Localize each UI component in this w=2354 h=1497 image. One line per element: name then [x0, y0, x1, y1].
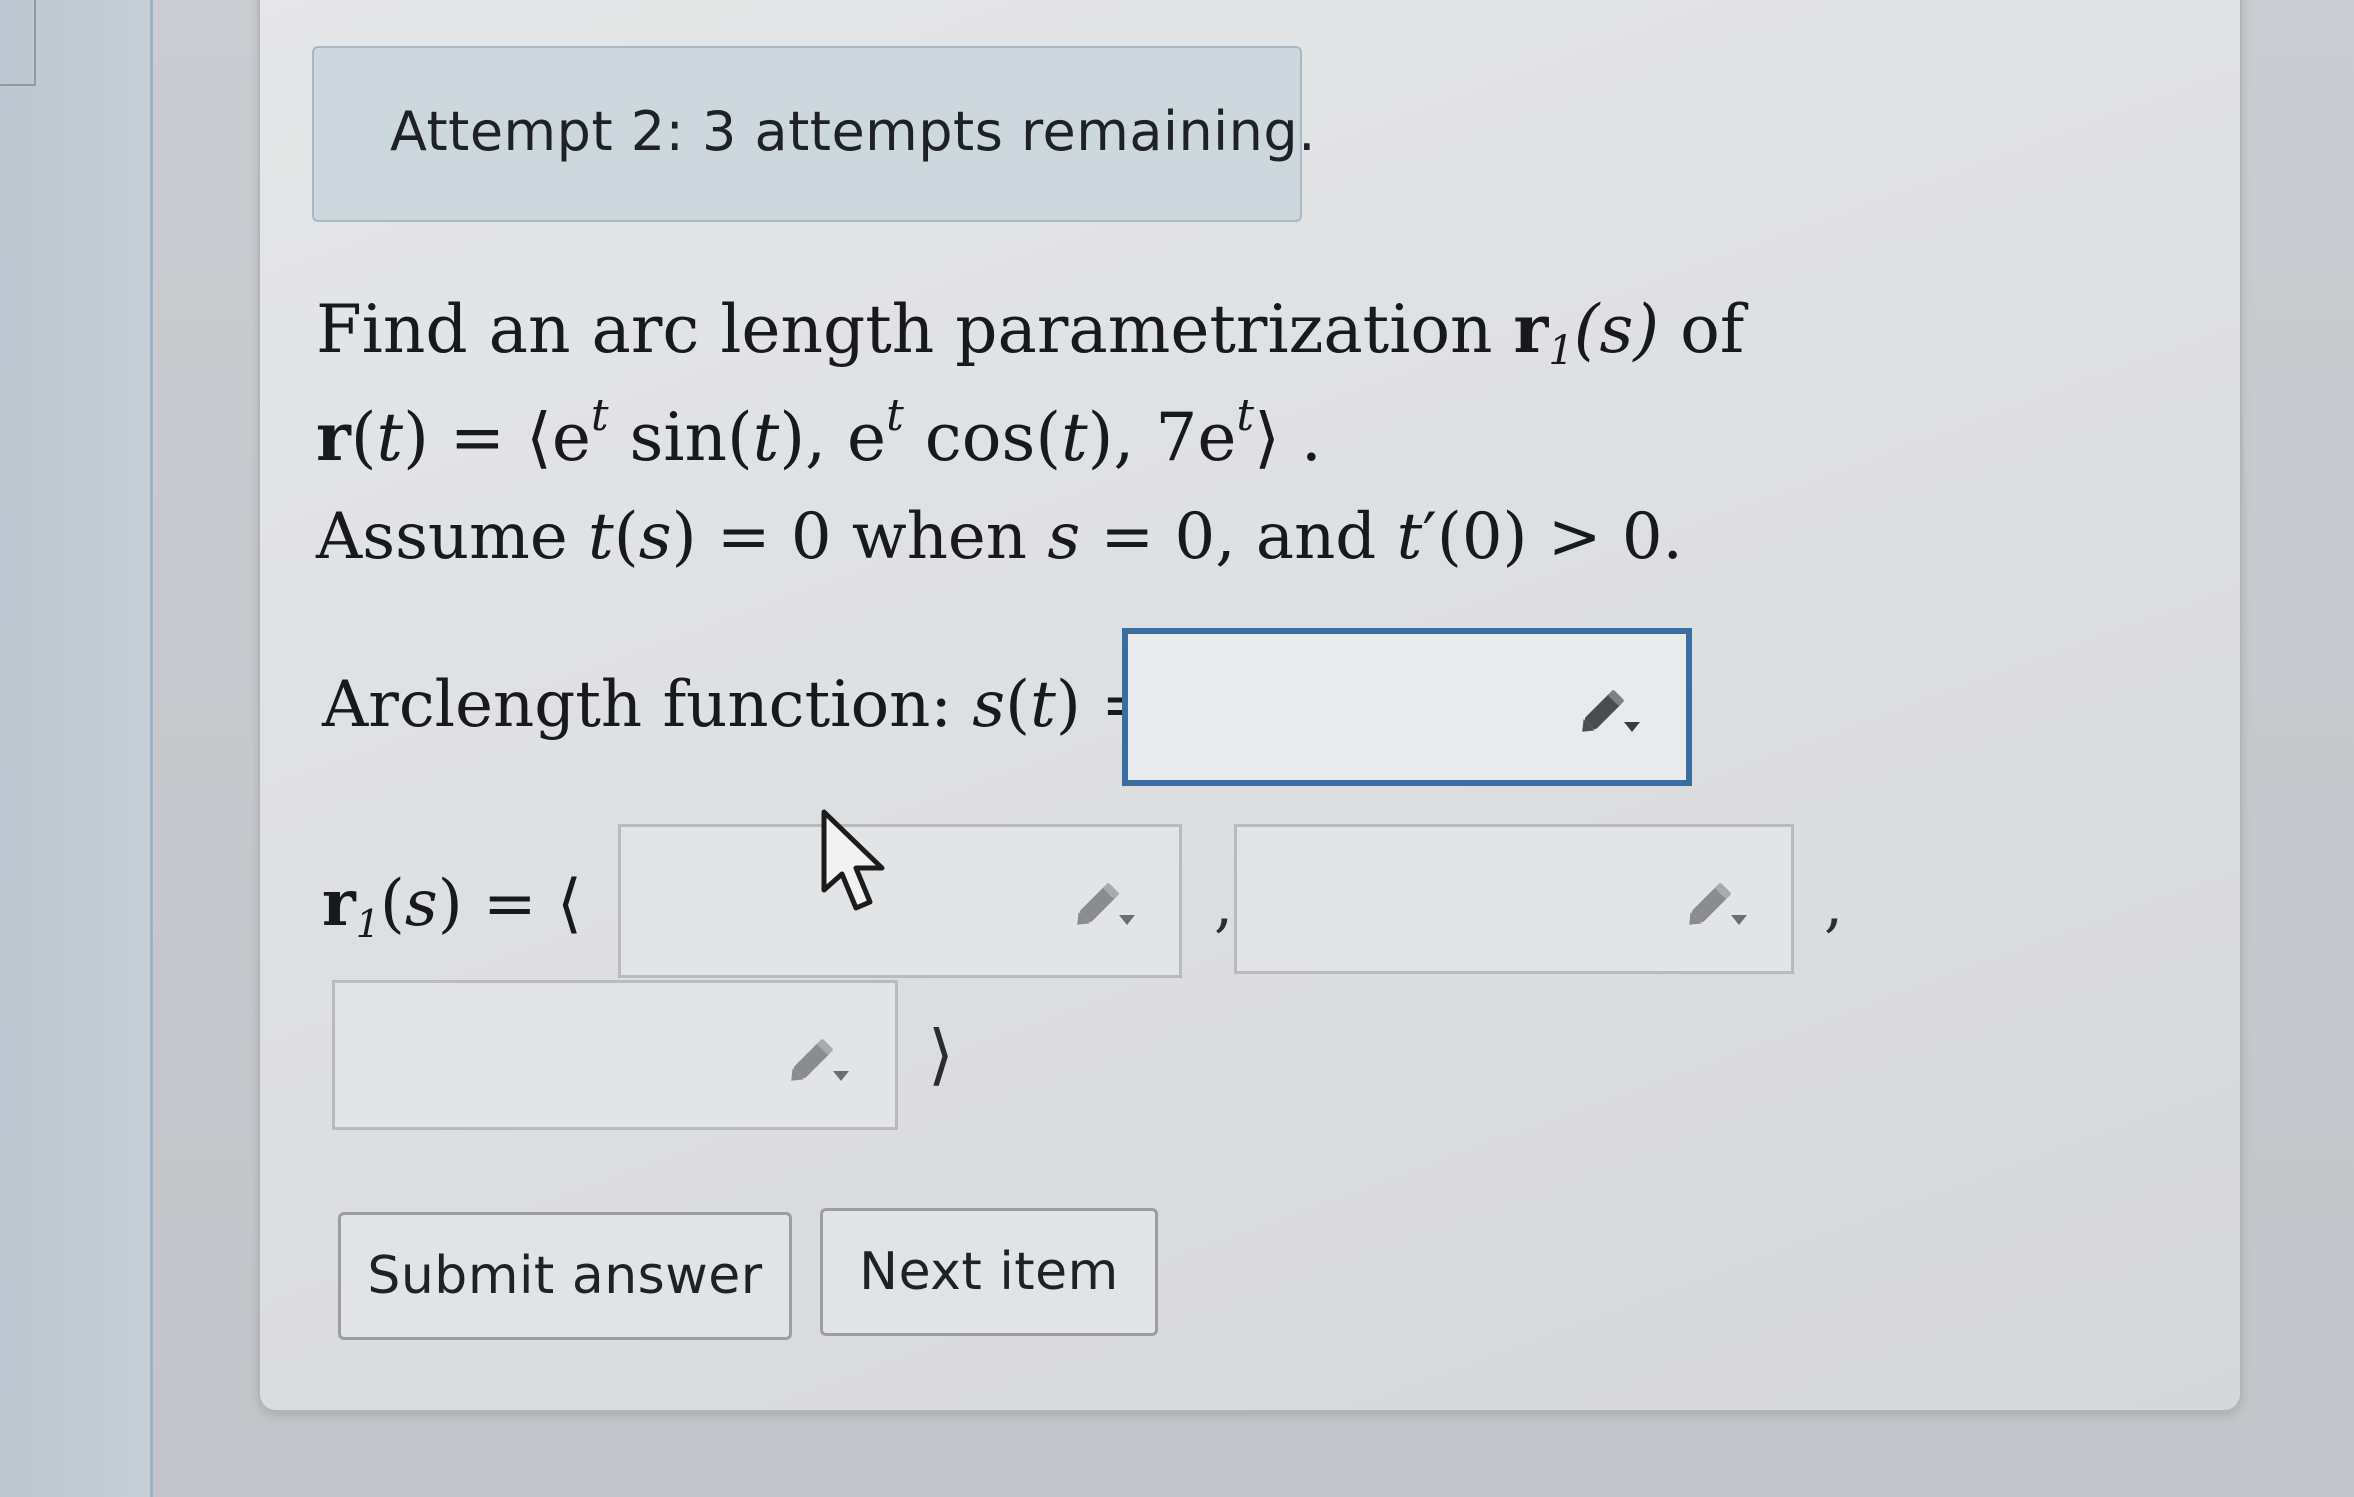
var-s: s [1047, 500, 1081, 574]
exponent-t: t [886, 390, 904, 441]
var-s: s [638, 500, 672, 574]
problem-line-2: r(t) = ⟨et sin(t), et cos(t), 7et⟩ . [316, 394, 1322, 477]
close-bracket: ⟩ [928, 1016, 954, 1093]
mouse-cursor-icon [821, 809, 885, 911]
paren: ( [350, 399, 377, 476]
vector-r1: r [322, 866, 356, 941]
problem-line-1: Find an arc length parametrization r1(s)… [316, 290, 1745, 371]
condition-text: = 0, and [1080, 500, 1397, 574]
submit-answer-button[interactable]: Submit answer [338, 1212, 792, 1340]
var-t: t [752, 399, 780, 476]
expr-part: ), 7e [1087, 399, 1237, 476]
expr-part: ) = ⟨e [403, 399, 591, 476]
comma-separator: , [1214, 870, 1234, 940]
subscript-1: 1 [1548, 328, 1574, 374]
exponent-t: t [1236, 390, 1255, 441]
left-sidebar [0, 0, 153, 1497]
pencil-dropdown-icon[interactable] [1574, 682, 1644, 742]
var-t: t [376, 399, 404, 476]
open-bracket: ) = ⟨ [437, 867, 582, 941]
next-item-button[interactable]: Next item [820, 1208, 1158, 1336]
r1-component-1-input[interactable] [618, 824, 1182, 978]
expr-cos: cos( [903, 399, 1062, 476]
attempt-status-text: Attempt 2: 3 attempts remaining. [390, 100, 1316, 163]
var-s: s [972, 668, 1006, 742]
arclength-input[interactable] [1122, 628, 1692, 786]
paren: ( [379, 867, 405, 941]
problem-line-3: Assume t(s) = 0 when s = 0, and t′(0) > … [316, 500, 1683, 574]
arclength-label-text: Arclength function: [322, 668, 973, 742]
r1-component-3-input[interactable] [332, 980, 898, 1130]
var-t: t [1396, 500, 1423, 574]
r1-component-2-input[interactable] [1234, 824, 1794, 974]
arclength-label: Arclength function: s(t) = [322, 668, 1155, 742]
paren: ( [1005, 668, 1031, 742]
vector-r: r [316, 398, 351, 476]
expr-close: ⟩ . [1254, 399, 1322, 476]
arg-s: (s) [1573, 291, 1660, 368]
problem-of: of [1659, 291, 1745, 368]
exponent-t: t [590, 390, 609, 441]
var-t: t [1061, 399, 1088, 476]
condition-text: ′(0) > 0. [1422, 500, 1683, 574]
var-s: s [404, 867, 438, 941]
var-t: t [588, 500, 614, 574]
expr-sin: sin( [608, 399, 753, 476]
paren: ( [613, 500, 639, 574]
attempt-status-banner: Attempt 2: 3 attempts remaining. [312, 46, 1315, 222]
assume-text: Assume [316, 500, 589, 574]
pencil-dropdown-icon[interactable] [1681, 875, 1751, 935]
problem-text: Find an arc length parametrization [316, 291, 1493, 368]
pencil-dropdown-icon[interactable] [1069, 875, 1139, 935]
condition-text: ) = 0 when [671, 500, 1048, 574]
sidebar-tab[interactable] [0, 0, 36, 86]
subscript-1: 1 [355, 902, 380, 946]
var-t: t [1030, 668, 1056, 742]
vector-r1: r [1513, 290, 1549, 368]
r1-label: r1(s) = ⟨ [322, 866, 582, 943]
pencil-dropdown-icon[interactable] [783, 1031, 853, 1091]
comma-separator: , [1824, 870, 1844, 940]
expr-part: ), e [779, 399, 887, 476]
